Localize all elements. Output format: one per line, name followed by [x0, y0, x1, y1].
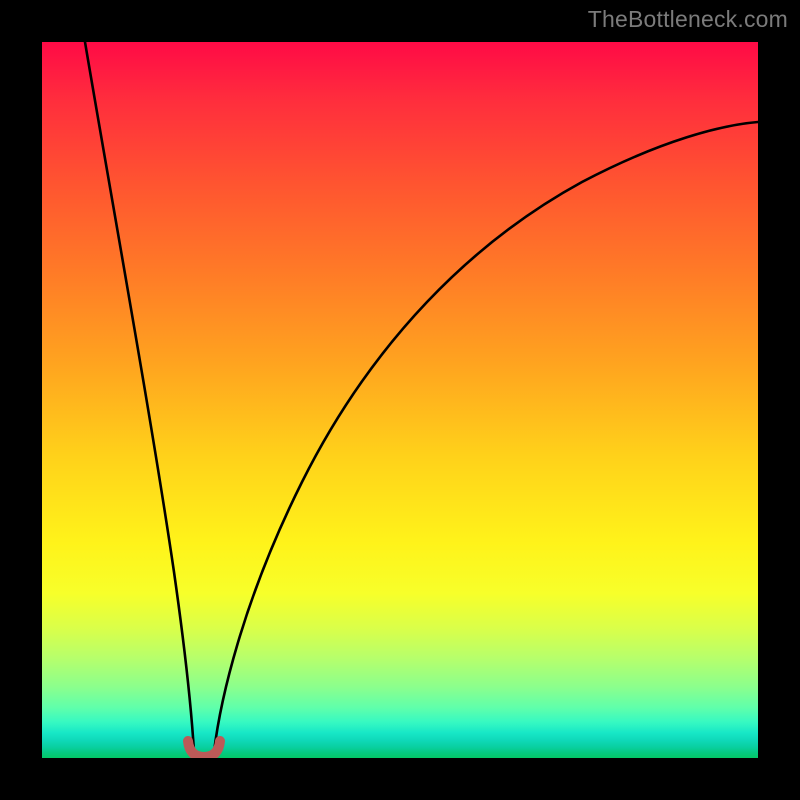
right-branch-curve	[214, 122, 758, 752]
plot-area	[42, 42, 758, 758]
left-branch-curve	[85, 42, 194, 752]
chart-frame: TheBottleneck.com	[0, 0, 800, 800]
attribution-text: TheBottleneck.com	[588, 6, 788, 33]
curve-layer	[42, 42, 758, 758]
bottom-marker-u	[188, 741, 220, 757]
